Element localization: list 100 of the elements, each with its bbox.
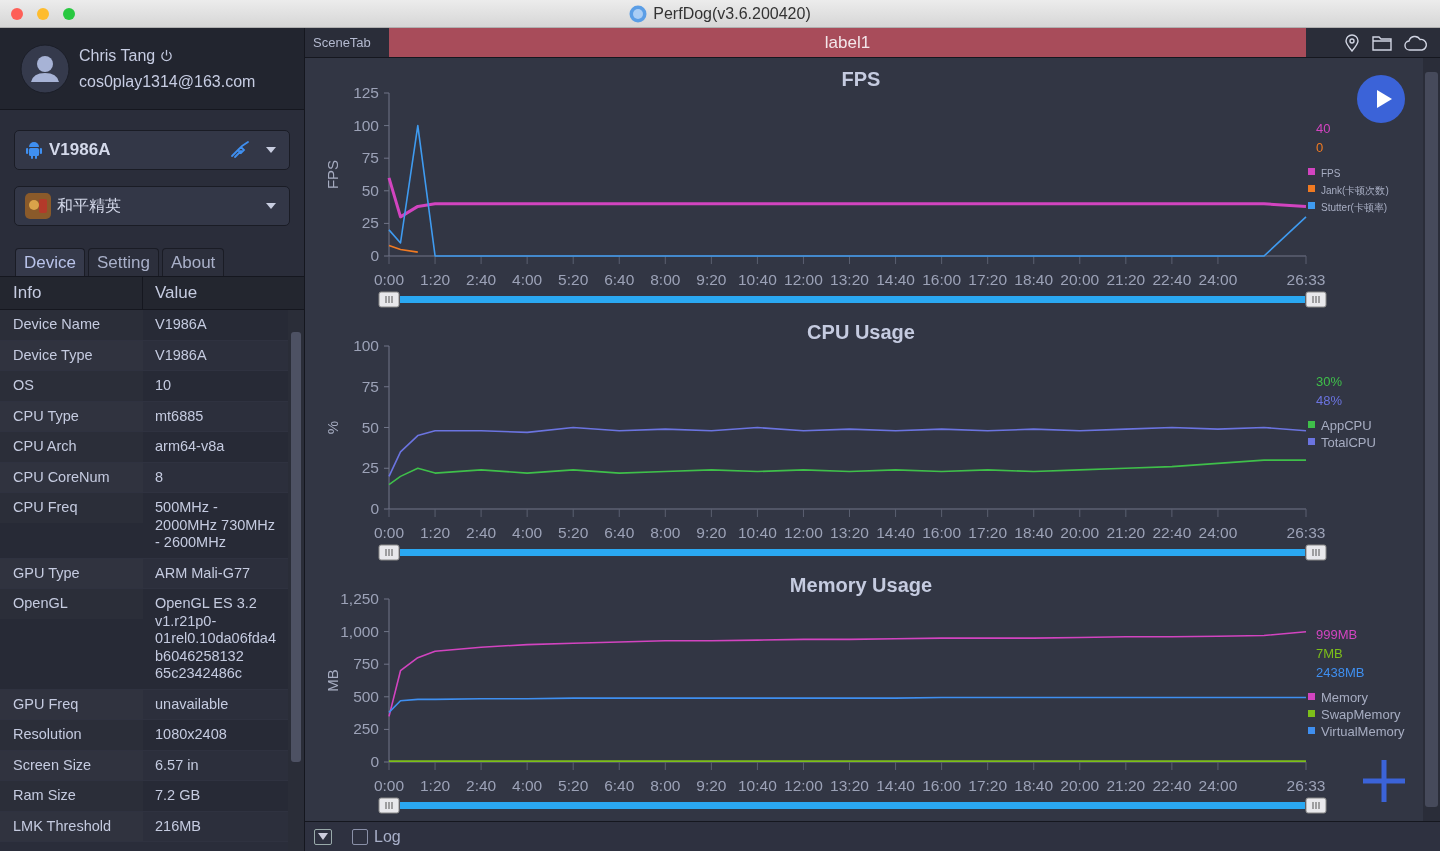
y-tick-label: 750: [353, 655, 379, 673]
y-tick-label: 125: [353, 84, 379, 101]
device-dropdown[interactable]: V1986A: [14, 130, 290, 170]
x-tick-label: 22:40: [1152, 524, 1192, 541]
table-cell-text: 10: [154, 376, 173, 395]
range-handle[interactable]: [378, 544, 400, 561]
tab[interactable]: About: [161, 248, 225, 276]
x-tick-label: 16:00: [922, 524, 961, 541]
legend-label: SwapMemory: [1321, 707, 1401, 722]
y-tick-label: 75: [361, 149, 379, 167]
table-cell: CPU Type: [0, 401, 143, 431]
range-handle[interactable]: [1305, 797, 1327, 814]
current-value: 30%: [1316, 374, 1343, 389]
current-value: 40: [1316, 121, 1331, 136]
user-name: Chris Tang: [79, 46, 156, 65]
tab[interactable]: Setting: [87, 248, 159, 276]
y-tick-label: 25: [361, 214, 379, 232]
table-cell-text: 1080x2408: [154, 725, 228, 744]
x-tick-label: 1:20: [419, 777, 451, 794]
current-value: 999MB: [1316, 627, 1358, 642]
log-label: Log: [374, 827, 401, 846]
legend-label: FPS: [1321, 168, 1341, 179]
range-slider-track[interactable]: [400, 802, 1305, 809]
avatar-silhouette: [20, 43, 70, 94]
location-pin-icon[interactable]: [1344, 33, 1360, 52]
table-cell-text: V1986A: [154, 315, 208, 334]
range-handle[interactable]: [1305, 544, 1327, 561]
y-axis-label: MB: [324, 669, 341, 692]
x-tick-label: 12:00: [784, 271, 823, 288]
column-header: Info: [0, 277, 143, 309]
x-tick-label: 9:20: [696, 271, 727, 288]
x-tick-label: 17:20: [968, 777, 1008, 794]
x-tick-label: 18:40: [1014, 777, 1054, 794]
table-cell: CPU Arch: [0, 432, 143, 462]
x-tick-label: 26:33: [1286, 271, 1326, 288]
game-icon: [25, 193, 51, 219]
cloud-icon[interactable]: [1404, 34, 1428, 51]
x-tick-label: 18:40: [1014, 271, 1054, 288]
x-tick-label: 21:20: [1106, 777, 1146, 794]
dropdown-caret-icon: [265, 146, 277, 154]
x-tick-label: 5:20: [558, 271, 589, 288]
legend-label: TotalCPU: [1321, 435, 1376, 450]
table-cell: CPU Freq: [0, 493, 143, 523]
x-tick-label: 1:20: [419, 524, 451, 541]
current-value: 2438MB: [1316, 665, 1365, 680]
x-tick-label: 21:20: [1106, 271, 1146, 288]
y-tick-label: 100: [353, 337, 379, 354]
range-handle[interactable]: [378, 291, 400, 308]
range-slider-track[interactable]: [400, 296, 1305, 303]
android-icon: [25, 140, 43, 160]
table-cell: OS: [0, 371, 143, 401]
y-tick-label: 500: [353, 687, 379, 705]
y-axis-label: %: [324, 420, 341, 435]
user-email: cos0play1314@163.com: [79, 72, 256, 91]
x-tick-label: 6:40: [604, 271, 635, 288]
table-cell-text: unavailable: [154, 694, 230, 714]
legend-label: Jank(卡顿次数): [1321, 185, 1389, 196]
x-tick-label: 14:40: [876, 271, 915, 288]
x-tick-label: 1:20: [419, 271, 451, 288]
range-handle[interactable]: [378, 797, 400, 814]
scrollbar[interactable]: [1423, 58, 1440, 821]
scene-label-bar[interactable]: label1: [389, 28, 1306, 57]
x-tick-label: 5:20: [558, 524, 589, 541]
table-cell-text: 500MHz - 2000MHz 730MHz - 2600MHz: [154, 498, 277, 552]
current-value: 48%: [1316, 393, 1343, 408]
log-checkbox[interactable]: [352, 828, 368, 845]
legend-label: VirtualMemory: [1321, 724, 1405, 739]
y-tick-label: 50: [361, 418, 379, 436]
x-tick-label: 24:00: [1198, 271, 1238, 288]
table-cell: Ram Size: [0, 781, 143, 811]
tab[interactable]: Device: [15, 248, 85, 276]
x-tick-label: 5:20: [558, 777, 589, 794]
table-cell: OpenGL: [0, 589, 143, 619]
table-cell-text: 216MB: [154, 816, 202, 836]
x-tick-label: 13:20: [830, 524, 869, 541]
caret-icon: [318, 833, 328, 840]
x-tick-label: 16:00: [922, 271, 961, 288]
x-tick-label: 24:00: [1198, 777, 1238, 794]
range-handle[interactable]: [1305, 291, 1327, 308]
x-tick-label: 0:00: [373, 524, 405, 541]
x-tick-label: 26:33: [1286, 524, 1326, 541]
folder-icon[interactable]: [1372, 34, 1392, 51]
table-cell: GPU Freq: [0, 689, 143, 719]
window-title: PerfDog(v3.6.200420): [653, 4, 811, 23]
x-tick-label: 12:00: [784, 777, 823, 794]
power-icon[interactable]: [160, 49, 174, 62]
x-tick-label: 2:40: [466, 524, 497, 541]
y-tick-label: 75: [361, 377, 379, 395]
y-tick-label: 1,250: [340, 590, 379, 607]
x-tick-label: 22:40: [1152, 777, 1192, 794]
y-axis-label: FPS: [324, 159, 341, 190]
x-tick-label: 16:00: [922, 777, 961, 794]
x-tick-label: 8:00: [650, 524, 681, 541]
app-dropdown[interactable]: 和平精英: [14, 186, 290, 226]
collapse-button[interactable]: [314, 828, 332, 845]
table-cell-text: 8: [154, 467, 165, 487]
dropdown-caret-icon: [265, 202, 277, 210]
x-tick-label: 2:40: [466, 271, 497, 288]
range-slider-track[interactable]: [400, 549, 1305, 556]
play-button[interactable]: [1357, 75, 1405, 123]
